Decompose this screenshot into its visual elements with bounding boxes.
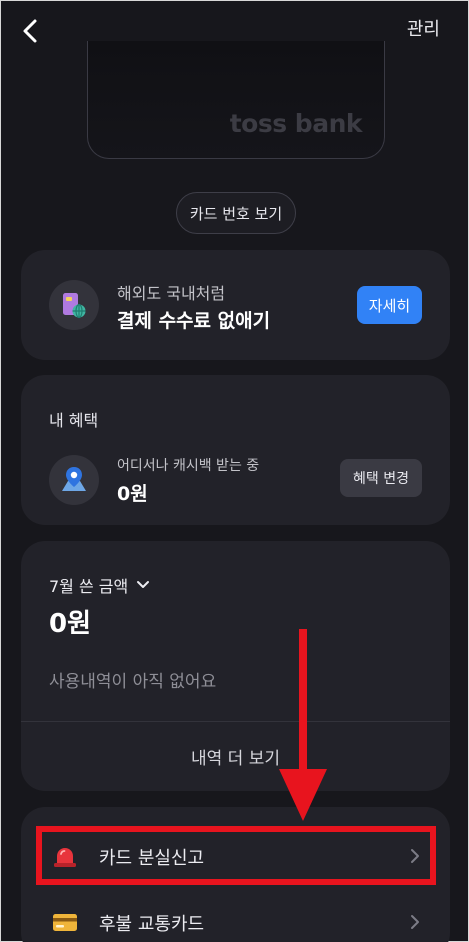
view-card-number-button[interactable]: 카드 번호 보기 [176,192,296,234]
chevron-left-icon [23,19,37,43]
card-menu-list: 카드 분실신고 후불 교통카드 [21,807,450,942]
manage-button[interactable]: 관리 [407,15,440,41]
promo-subtitle: 해외도 국내처럼 [117,284,226,303]
view-more-history-button[interactable]: 내역 더 보기 [21,722,450,791]
card-image[interactable]: toss bank [87,41,385,159]
menu-item-label: 카드 분실신고 [99,848,205,869]
month-label: 7월 쓴 금액 [49,577,129,596]
fee-waiver-banner[interactable]: 해외도 국내처럼 결제 수수료 없애기 자세히 [21,250,450,360]
back-button[interactable] [15,15,47,47]
siren-icon [54,848,76,867]
chevron-right-icon [411,915,419,929]
monthly-spending-section: 7월 쓴 금액 0원 사용내역이 아직 없어요 내역 더 보기 [21,541,450,791]
card-brand-logo: toss bank [229,109,363,138]
chevron-right-icon [411,849,419,863]
location-pin-icon [49,455,99,505]
chevron-down-icon [137,581,150,588]
change-benefit-button[interactable]: 혜택 변경 [340,459,422,497]
cashback-amount: 0원 [117,483,148,505]
transit-card-icon [53,914,77,931]
details-button[interactable]: 자세히 [357,286,422,324]
spent-amount: 0원 [49,609,92,639]
month-selector[interactable]: 7월 쓴 금액 [49,573,150,597]
report-lost-card-item[interactable]: 카드 분실신고 [21,823,450,889]
card-globe-icon [49,280,99,330]
cashback-status-label: 어디서나 캐시백 받는 중 [117,458,260,474]
transit-card-item[interactable]: 후불 교통카드 [21,889,450,942]
promo-title: 결제 수수료 없애기 [117,310,271,332]
my-benefits-section: 내 혜택 어디서나 캐시백 받는 중 0원 혜택 변경 [21,375,450,525]
menu-item-label: 후불 교통카드 [99,914,205,935]
empty-history-message: 사용내역이 아직 없어요 [49,672,217,692]
section-title: 내 혜택 [49,411,99,430]
